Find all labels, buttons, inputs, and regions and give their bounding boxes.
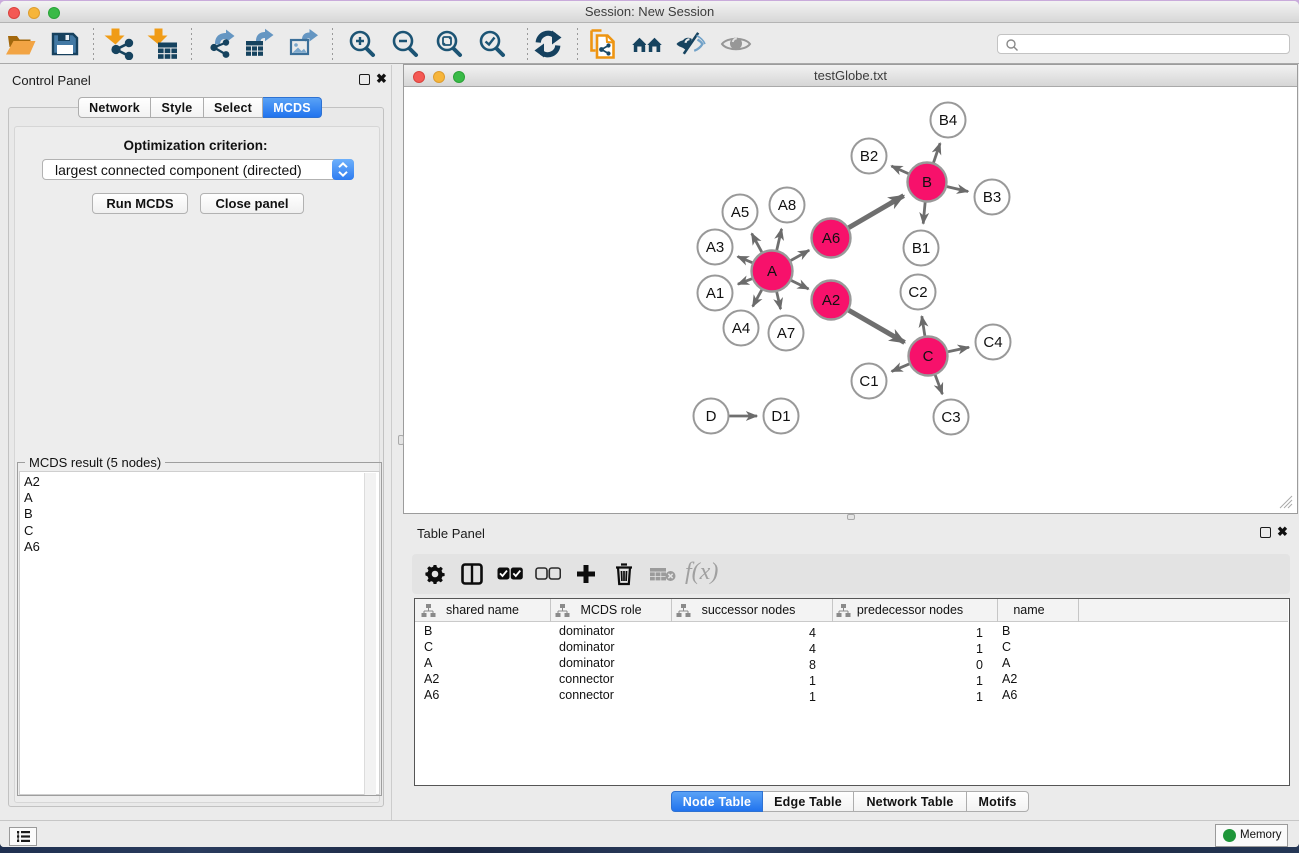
- svg-text:C3: C3: [941, 409, 960, 426]
- svg-text:C2: C2: [908, 284, 927, 301]
- svg-text:B3: B3: [983, 189, 1001, 206]
- svg-text:B: B: [922, 174, 932, 191]
- svg-text:B4: B4: [939, 112, 957, 129]
- svg-text:A5: A5: [731, 204, 749, 221]
- svg-text:A3: A3: [706, 239, 724, 256]
- svg-text:D1: D1: [771, 408, 790, 425]
- svg-text:D: D: [706, 408, 717, 425]
- svg-text:A: A: [767, 263, 777, 280]
- svg-text:A4: A4: [732, 320, 750, 337]
- svg-text:C1: C1: [859, 373, 878, 390]
- svg-text:B1: B1: [912, 240, 930, 257]
- svg-text:A6: A6: [822, 230, 840, 247]
- svg-text:B2: B2: [860, 148, 878, 165]
- svg-text:A1: A1: [706, 285, 724, 302]
- svg-text:A8: A8: [778, 197, 796, 214]
- svg-text:A2: A2: [822, 292, 840, 309]
- svg-text:C4: C4: [983, 334, 1002, 351]
- svg-text:C: C: [923, 348, 934, 365]
- svg-text:A7: A7: [777, 325, 795, 342]
